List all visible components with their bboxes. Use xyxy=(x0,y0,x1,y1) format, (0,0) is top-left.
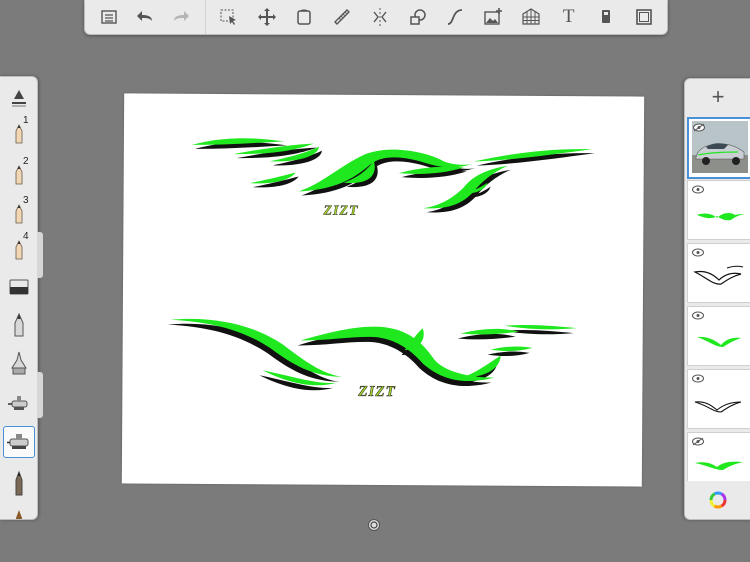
pencil-1-button[interactable]: 1 xyxy=(0,115,37,151)
eraser-icon xyxy=(9,279,28,295)
layers-panel: + xyxy=(684,78,750,520)
crop-icon xyxy=(297,9,312,25)
symmetry-icon xyxy=(373,8,387,26)
brush-number: 4 xyxy=(23,231,29,242)
marker-button[interactable] xyxy=(593,4,619,30)
eraser-button[interactable] xyxy=(0,269,37,305)
symmetry-button[interactable] xyxy=(367,4,393,30)
eye-icon[interactable] xyxy=(692,248,704,257)
crop-button[interactable] xyxy=(291,4,317,30)
redo-icon xyxy=(174,11,189,21)
color-picker-button[interactable] xyxy=(685,481,750,519)
drawing-canvas[interactable]: ZIZT ZIZT xyxy=(121,93,645,487)
shapes-icon xyxy=(409,9,426,25)
top-toolbar: T xyxy=(84,0,668,35)
layer-black-outline[interactable] xyxy=(687,243,750,303)
pen-icon xyxy=(14,312,23,337)
upper-logo-text: ZIZT xyxy=(322,204,359,219)
brush-settings-icon xyxy=(11,90,26,107)
hidden-eye-icon[interactable] xyxy=(693,123,705,132)
marker-brush-icon xyxy=(15,470,22,496)
ink-pen-icon xyxy=(10,351,27,375)
layer-green-stripes-small[interactable] xyxy=(687,306,750,366)
selection-icon xyxy=(220,9,236,25)
layer-black-outline-small[interactable] xyxy=(687,369,750,429)
pencil-3-button[interactable]: 3 xyxy=(0,195,37,231)
eye-icon[interactable] xyxy=(692,311,704,320)
perspective-icon xyxy=(522,8,540,25)
add-image-button[interactable] xyxy=(480,4,506,30)
ruler-button[interactable] xyxy=(329,4,355,30)
add-layer-button[interactable]: + xyxy=(685,79,750,115)
text-icon: T xyxy=(562,6,575,27)
brush-toolbar: 1 2 3 4 xyxy=(0,76,38,520)
canvas-reset-icon[interactable] xyxy=(368,519,380,531)
tools-group: T xyxy=(206,0,667,34)
hidden-eye-icon[interactable] xyxy=(692,437,704,446)
pen-button[interactable] xyxy=(0,307,37,343)
fullscreen-button[interactable] xyxy=(631,4,657,30)
pencil-4-button[interactable]: 4 xyxy=(0,231,37,267)
curve-icon xyxy=(448,9,463,25)
layer-thumbnail xyxy=(693,265,744,285)
undo-button[interactable] xyxy=(132,4,158,30)
color-wheel-icon xyxy=(709,491,727,509)
upper-stripes-green xyxy=(191,138,592,209)
brush-number: 2 xyxy=(23,156,29,167)
airbrush-wide-button[interactable] xyxy=(3,426,35,458)
layer-thumbnail xyxy=(697,336,741,347)
ruler-icon xyxy=(334,9,351,25)
left-panel-tab[interactable] xyxy=(37,232,43,278)
fullscreen-icon xyxy=(636,9,652,25)
transform-icon xyxy=(257,8,276,26)
eye-icon[interactable] xyxy=(692,374,704,383)
ink-pen-button[interactable] xyxy=(0,345,37,381)
selection-button[interactable] xyxy=(216,4,242,30)
airbrush-wide-icon xyxy=(7,434,29,449)
layer-photo[interactable] xyxy=(687,117,750,179)
airbrush-button[interactable] xyxy=(0,385,37,421)
menu-icon xyxy=(101,10,117,24)
add-image-icon xyxy=(484,8,503,25)
text-button[interactable]: T xyxy=(556,4,582,30)
redo-button[interactable] xyxy=(168,4,194,30)
brush-button[interactable] xyxy=(0,503,37,519)
lower-logo-text: ZIZT xyxy=(357,384,395,400)
marker-brush-button[interactable] xyxy=(0,465,37,501)
layer-thumbnail xyxy=(694,401,742,413)
undo-icon xyxy=(137,11,152,21)
pencil-2-button[interactable]: 2 xyxy=(0,156,37,192)
brush-number: 3 xyxy=(23,195,29,206)
menu-button[interactable] xyxy=(96,4,122,30)
shapes-button[interactable] xyxy=(405,4,431,30)
perspective-button[interactable] xyxy=(518,4,544,30)
history-group xyxy=(85,0,206,34)
transform-button[interactable] xyxy=(254,4,280,30)
brush-icon xyxy=(15,510,22,519)
airbrush-icon xyxy=(7,396,27,410)
marker-icon xyxy=(602,10,611,23)
eye-icon[interactable] xyxy=(692,185,704,194)
curve-button[interactable] xyxy=(442,4,468,30)
artwork: ZIZT ZIZT xyxy=(167,138,595,400)
brush-settings-button[interactable] xyxy=(0,80,37,116)
left-panel-tab[interactable] xyxy=(37,372,43,418)
layer-thumbnail xyxy=(697,213,745,221)
layer-green-stripes[interactable] xyxy=(687,180,750,240)
brush-number: 1 xyxy=(23,115,29,126)
layers-list[interactable] xyxy=(687,117,750,509)
